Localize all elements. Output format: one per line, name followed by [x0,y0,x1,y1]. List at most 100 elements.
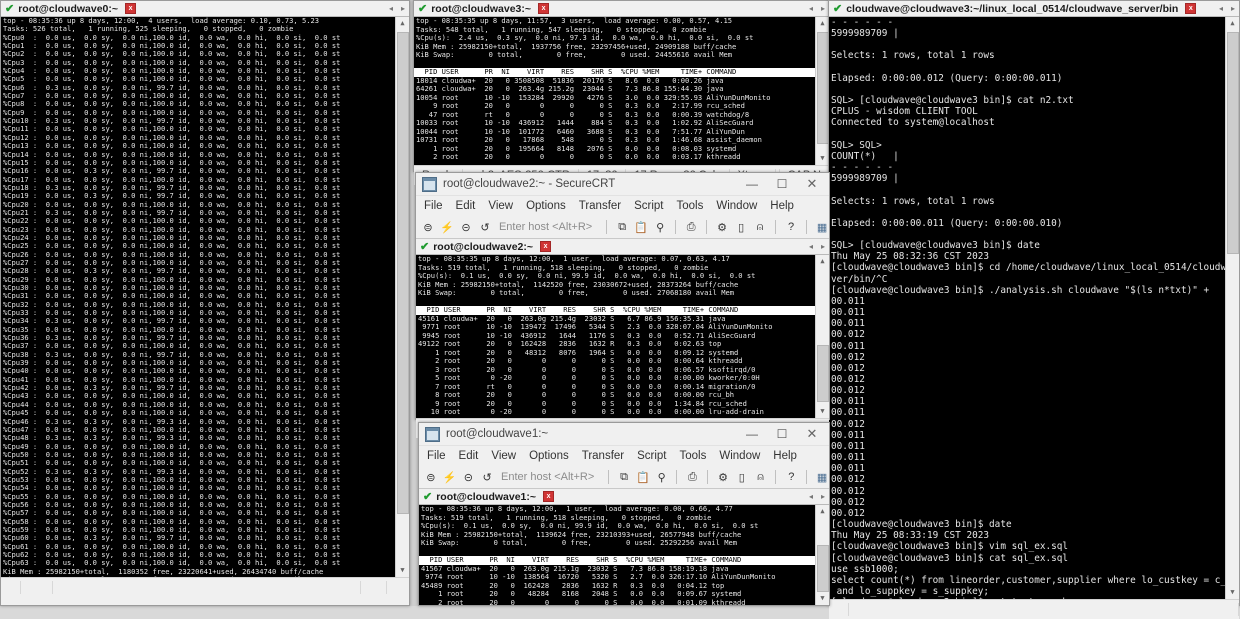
session-tab-cloudwave3-bin[interactable]: ✔ cloudwave@cloudwave3:~/linux_local_051… [833,2,1197,15]
window-securecrt-cloudwave1[interactable]: root@cloudwave1:~ — ☐ ✕ File Edit View Opti… [418,422,830,606]
menu-item-view[interactable]: View [491,450,516,462]
keymap-icon[interactable]: ▯ [734,220,748,234]
maximize-button[interactable]: ☐ [767,174,797,194]
scroll-down-icon[interactable]: ▼ [816,405,829,418]
tab-scroll-left-icon[interactable]: ◂ [805,492,817,501]
menu-item-help[interactable]: Help [773,450,797,462]
print-icon[interactable]: ⎙ [685,470,699,484]
menu-item-options[interactable]: Options [529,450,569,462]
filter-icon[interactable]: ⍝ [753,220,767,234]
clone-session-icon[interactable]: ⊝ [462,470,476,484]
terminal-output-cloudwave0[interactable]: top - 08:35:36 up 8 days, 12:00, 4 users… [1,17,409,577]
tab-scroll-left-icon[interactable]: ◂ [1215,4,1227,13]
menu-item-help[interactable]: Help [770,200,794,212]
terminal-scrollbar-cloudwave1[interactable]: ▲ ▼ [815,505,829,605]
help-icon[interactable]: ? [784,220,798,234]
session-options-icon[interactable]: ⚙ [715,220,729,234]
arrange-icon[interactable]: ▦ [815,470,829,484]
scrollbar-thumb[interactable] [817,345,829,402]
session-options-icon[interactable]: ⚙ [716,470,730,484]
print-icon[interactable]: ⎙ [684,220,698,234]
terminal-output-cloudwave1[interactable]: top - 08:35:36 up 8 days, 12:00, 1 user,… [419,505,829,605]
menu-item-view[interactable]: View [488,200,513,212]
keymap-icon[interactable]: ▯ [735,470,749,484]
scroll-up-icon[interactable]: ▲ [396,17,409,30]
titlebar-cloudwave2[interactable]: root@cloudwave2:~ - SecureCRT — ☐ ✕ [416,173,829,196]
filter-icon[interactable]: ⍝ [754,470,768,484]
menu-item-transfer[interactable]: Transfer [582,450,624,462]
arrange-icon[interactable]: ▦ [815,220,829,234]
menu-item-file[interactable]: File [424,200,443,212]
maximize-button[interactable]: ☐ [767,424,797,444]
menu-item-edit[interactable]: Edit [459,450,479,462]
close-tab-icon[interactable]: x [1185,3,1197,14]
titlebar-cloudwave1[interactable]: root@cloudwave1:~ — ☐ ✕ [419,423,829,446]
scrollbar-thumb[interactable] [397,32,409,514]
close-tab-icon[interactable]: x [125,3,137,14]
menu-item-tools[interactable]: Tools [677,200,704,212]
connect-icon[interactable]: ⊜ [424,470,438,484]
menu-item-window[interactable]: Window [719,450,760,462]
tab-scroll-left-icon[interactable]: ◂ [385,4,397,13]
terminal-pane-cloudwave3-bin: ✔ cloudwave@cloudwave3:~/linux_local_051… [828,0,1240,619]
terminal-output-cloudwave3-bin[interactable]: - - - - - - 5999989709 | Selects: 1 rows… [829,17,1239,599]
minimize-button[interactable]: — [737,424,767,444]
terminal-scrollbar-cloudwave0[interactable]: ▲ ▼ [395,17,409,577]
scroll-down-icon[interactable]: ▼ [816,592,829,605]
terminal-output-cloudwave2[interactable]: top - 08:35:35 up 8 days, 12:00, 1 user,… [416,255,829,418]
reconnect-icon[interactable]: ↺ [480,470,494,484]
paste-icon[interactable]: 📋 [636,470,650,484]
terminal-scrollbar-cloudwave3-bin[interactable]: ▲ ▼ [1225,17,1239,599]
quick-connect-icon[interactable]: ⚡ [443,470,457,484]
statusbar-cloudwave3-bin [829,599,1239,619]
scrollbar-thumb[interactable] [817,545,829,592]
connect-icon[interactable]: ⊜ [421,220,435,234]
tab-scroll-right-icon[interactable]: ▸ [397,4,409,13]
tab-scroll-left-icon[interactable]: ◂ [805,4,817,13]
menu-item-tools[interactable]: Tools [680,450,707,462]
terminal-output-cloudwave3-top[interactable]: top - 08:35:35 up 8 days, 11:57, 3 users… [414,17,829,165]
session-tab-cloudwave3-top[interactable]: ✔ root@cloudwave3:~ x [418,2,550,15]
copy-icon[interactable]: ⧉ [615,220,629,234]
minimize-button[interactable]: — [737,174,767,194]
scroll-down-icon[interactable]: ▼ [396,564,409,577]
tab-scroll-right-icon[interactable]: ▸ [1227,4,1239,13]
menu-item-transfer[interactable]: Transfer [579,200,621,212]
window-securecrt-cloudwave2[interactable]: root@cloudwave2:~ - SecureCRT — ☐ ✕ File… [415,172,830,438]
menu-item-window[interactable]: Window [716,200,757,212]
host-input[interactable]: Enter host <Alt+R> [501,471,594,483]
tab-scroll-right-icon[interactable]: ▸ [817,242,829,251]
session-tab-cloudwave2[interactable]: ✔ root@cloudwave2:~ x [420,240,552,253]
menu-item-edit[interactable]: Edit [456,200,476,212]
copy-icon[interactable]: ⧉ [617,470,631,484]
close-tab-icon[interactable]: x [538,3,550,14]
find-icon[interactable]: ⚲ [655,470,669,484]
host-input[interactable]: Enter host <Alt+R> [499,221,592,233]
scroll-up-icon[interactable]: ▲ [1226,17,1239,30]
help-icon[interactable]: ? [784,470,798,484]
session-tab-cloudwave1[interactable]: ✔ root@cloudwave1:~ x [423,490,555,503]
reconnect-icon[interactable]: ↺ [478,220,492,234]
close-tab-icon[interactable]: x [543,491,555,502]
scroll-down-icon[interactable]: ▼ [1226,586,1239,599]
paste-icon[interactable]: 📋 [634,220,648,234]
tab-scroll-left-icon[interactable]: ◂ [805,242,817,251]
scrollbar-thumb[interactable] [1227,32,1239,254]
close-tab-icon[interactable]: x [540,241,552,252]
menu-item-options[interactable]: Options [526,200,566,212]
scroll-up-icon[interactable]: ▲ [816,505,829,518]
terminal-scrollbar-cloudwave2[interactable]: ▲ ▼ [815,255,829,418]
window-title: root@cloudwave1:~ [446,428,549,440]
quick-connect-icon[interactable]: ⚡ [440,220,454,234]
close-button[interactable]: ✕ [797,424,827,444]
scroll-up-icon[interactable]: ▲ [816,255,829,268]
menu-item-script[interactable]: Script [634,200,663,212]
menu-item-file[interactable]: File [427,450,446,462]
find-icon[interactable]: ⚲ [653,220,667,234]
menu-item-script[interactable]: Script [637,450,666,462]
tab-scroll-right-icon[interactable]: ▸ [817,492,829,501]
terminal-scrollbar-cloudwave3-top[interactable]: ▲ ▼ [815,17,829,165]
session-tab-cloudwave0[interactable]: ✔ root@cloudwave0:~ x [5,2,137,15]
close-button[interactable]: ✕ [797,174,827,194]
clone-session-icon[interactable]: ⊝ [459,220,473,234]
